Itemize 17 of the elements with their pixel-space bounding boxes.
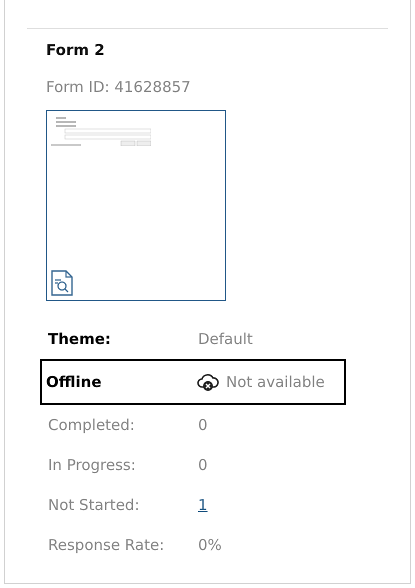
count-link[interactable]: 1	[198, 496, 208, 514]
field-label: Completed:	[48, 416, 136, 434]
field-value: 0	[198, 416, 208, 434]
field-label: Theme:	[48, 330, 112, 348]
document-search-icon	[51, 270, 73, 296]
field-label: Offline	[46, 373, 102, 391]
form-thumbnail[interactable]	[46, 110, 226, 301]
form-title: Form 2	[46, 41, 106, 59]
field-label: In Progress:	[48, 456, 137, 474]
field-value: 0%	[198, 536, 222, 554]
field-value: 0	[198, 456, 208, 474]
field-value: Default	[198, 330, 253, 348]
form-id: Form ID: 41628857	[46, 78, 192, 96]
cloud-error-icon	[196, 371, 220, 393]
field-label: Response Rate:	[48, 536, 166, 554]
field-value: Not available	[226, 373, 325, 391]
field-label: Not Started:	[48, 496, 140, 514]
